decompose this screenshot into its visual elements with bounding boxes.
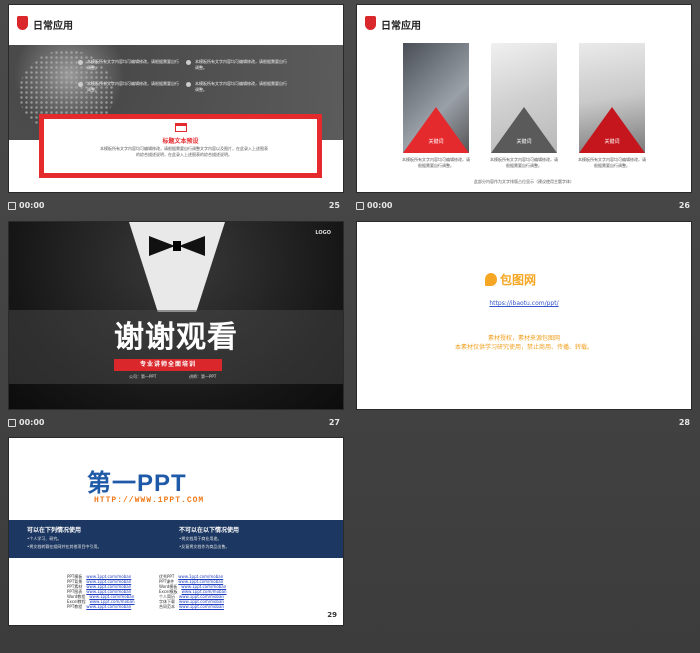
cake-icon xyxy=(175,123,187,132)
slide-meta-26: 00:00 26 xyxy=(356,199,690,215)
slide-time: 00:00 xyxy=(19,418,45,427)
slide-title: 日常应用 xyxy=(33,21,73,32)
slide-time: 00:00 xyxy=(19,201,45,210)
slide-time: 00:00 xyxy=(367,201,393,210)
source-link[interactable]: https://ibaotu.com/ppt/ xyxy=(357,300,691,307)
transition-star-icon xyxy=(8,201,16,210)
image-card: 关键词 xyxy=(403,43,469,153)
triangle-shape xyxy=(579,107,645,153)
slide-thumbnail-28[interactable]: 包图网 https://ibaotu.com/ppt/ 素材授权，素材来源包图网… xyxy=(356,221,692,410)
card-label: 关键词 xyxy=(516,139,532,145)
resource-link-row[interactable]: 合同范本 www.1ppt.com/moban xyxy=(159,604,224,610)
bullet-text: 本模板所有文字内容均可编辑修改，请根据需要自行调整。 xyxy=(78,81,182,93)
thank-you-heading: 谢谢观看 xyxy=(114,320,238,355)
bullet-text: 本模板所有文字内容均可编辑修改，请根据需要自行调整。 xyxy=(78,59,182,71)
card-caption: 本模板所有文字内容均可编辑修改，请根据需要自行调整。 xyxy=(578,157,646,168)
brand-logo: 包图网 xyxy=(485,271,536,288)
slide-thumbnail-26[interactable]: 日常应用 关键词 关键词 关键词 本模板所有文字内容均可编辑修改，请根据需要自行… xyxy=(356,4,692,193)
lecturer-text: 讲师：第一PPT xyxy=(189,374,217,379)
ppt-url: HTTP://WWW.1PPT.COM xyxy=(94,496,205,505)
card-label: 关键词 xyxy=(428,139,444,145)
resource-link-row[interactable]: PPT教程 www.1ppt.com/moban xyxy=(67,604,131,610)
forbidden-heading: 不可以在以下情况使用 xyxy=(179,527,240,534)
forbidden-item: •反复将文档作为商品出售。 xyxy=(179,544,230,549)
brand-name: 包图网 xyxy=(500,273,537,287)
forbidden-item: •将文档用于商业用途。 xyxy=(179,536,222,541)
bullet-text: 本模板所有文字内容均可编辑修改，请根据需要自行调整。 xyxy=(186,59,290,71)
allowed-item: •个人学习、研究。 xyxy=(27,536,62,541)
transition-star-icon xyxy=(356,201,364,210)
bow-tie-icon xyxy=(149,236,205,256)
baotu-logo-icon xyxy=(485,273,497,286)
card-caption: 本模板所有文字内容均可编辑修改，请根据需要自行调整。 xyxy=(402,157,470,168)
slide-thumbnail-29[interactable]: 第一PPT HTTP://WWW.1PPT.COM 可以在下列情况使用 •个人学… xyxy=(8,437,344,626)
transition-star-icon xyxy=(8,418,16,427)
triangle-shape xyxy=(491,107,557,153)
image-card: 关键词 xyxy=(491,43,557,153)
card-label: 关键词 xyxy=(604,139,620,145)
shield-icon xyxy=(17,16,28,30)
usage-banner: 可以在下列情况使用 •个人学习、研究。 •将文档转载在组网并在其他项目中引用。 … xyxy=(9,520,343,558)
slide-footer-text: 此部分内容作为文字排版占位显示（建议使用主题字体） xyxy=(474,179,574,184)
slide-number: 26 xyxy=(678,201,690,210)
allowed-item: •将文档转载在组网并在其他项目中引用。 xyxy=(27,544,102,549)
license-note: 素材授权，素材来源包图网 xyxy=(487,335,560,342)
company-text: 公司：第一PPT xyxy=(129,374,157,379)
triangle-shape xyxy=(403,107,469,153)
highlight-box: 标题文本预设 本模板所有文字内容均可编辑修改，请根据需要自行调整文字内容以及图片… xyxy=(39,114,322,178)
subtitle-badge: 专业讲师全面培训 xyxy=(114,359,222,371)
slide-meta-28: 28 xyxy=(356,416,690,432)
slide-meta-27: 00:00 27 xyxy=(8,416,340,432)
box-title: 标题文本预设 xyxy=(162,138,199,145)
shield-icon xyxy=(365,16,376,30)
bullet-text: 本模板所有文字内容均可编辑修改，请根据需要自行调整。 xyxy=(186,81,290,93)
slide-number: 25 xyxy=(328,201,340,210)
slide-number: 29 xyxy=(327,611,337,619)
slide-title: 日常应用 xyxy=(381,21,421,32)
usage-note: 本素材仅供学习研究使用，禁止商用、传播、转载。 xyxy=(454,344,593,351)
slide-meta-25: 00:00 25 xyxy=(8,199,340,215)
ppt-logo-text: 第一PPT xyxy=(87,470,187,497)
image-card: 关键词 xyxy=(579,43,645,153)
card-caption: 本模板所有文字内容均可编辑修改，请根据需要自行调整。 xyxy=(490,157,558,168)
slide-number: 28 xyxy=(678,418,690,427)
slide-number: 27 xyxy=(328,418,340,427)
slide-thumbnail-27[interactable]: LOGO 谢谢观看 专业讲师全面培训 公司：第一PPT 讲师：第一PPT xyxy=(8,221,344,410)
slide-thumbnail-25[interactable]: 日常应用 本模板所有文字内容均可编辑修改，请根据需要自行调整。 本模板所有文字内… xyxy=(8,4,344,193)
logo-placeholder: LOGO xyxy=(315,230,331,236)
box-text: 本模板所有文字内容均可编辑修改，请根据需要自行调整文字内容以及图片，在此录入上述… xyxy=(100,146,268,157)
allowed-heading: 可以在下列情况使用 xyxy=(27,527,82,534)
